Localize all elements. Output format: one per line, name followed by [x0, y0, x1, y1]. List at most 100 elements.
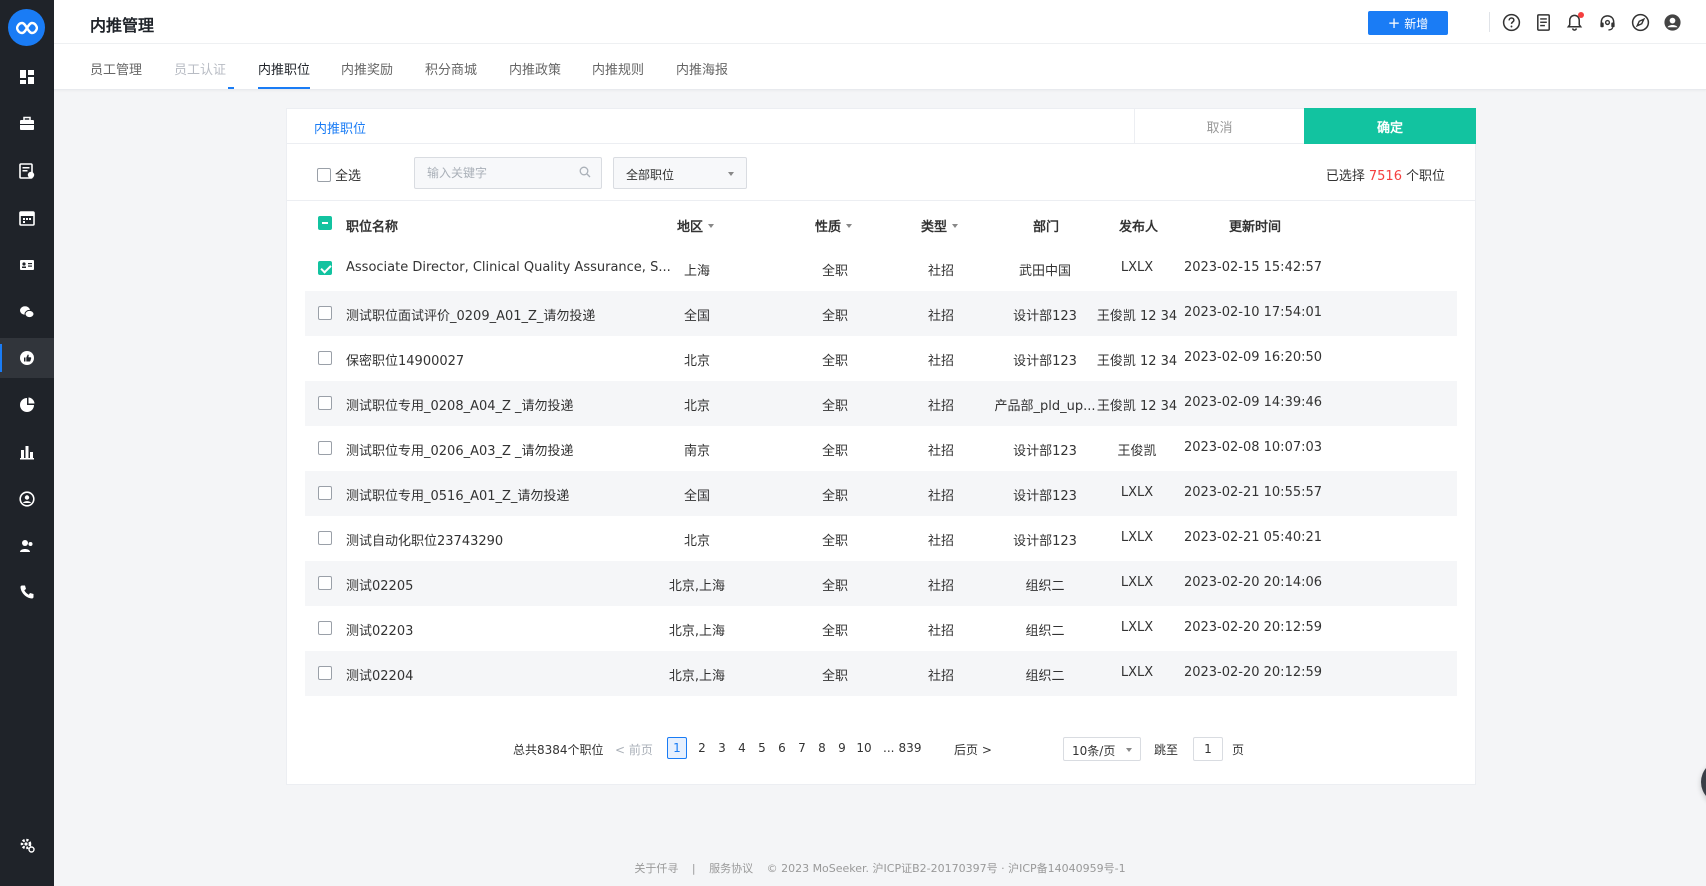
cell-region: 北京 — [683, 354, 711, 369]
footer-separator: | — [691, 862, 696, 875]
row-checkbox[interactable] — [318, 261, 332, 275]
row-checkbox[interactable] — [318, 666, 332, 680]
position-select-panel: 内推职位 取消 确定 全选 全部职位 已选择7516个职位 职位名称 — [286, 108, 1476, 785]
moseeker-logo[interactable] — [8, 9, 45, 46]
table-row[interactable]: 测试自动化职位23743290 北京 全职 社招 设计部123 LXLX 2023-02-2… — [305, 516, 1457, 561]
pagination: 总共8384个职位 < 前页 1 2 3 4 5 6 7 8 9 10 ... 839 后页 > … — [287, 737, 1475, 761]
confirm-button[interactable]: 确定 — [1304, 108, 1476, 144]
table-row[interactable]: 测试职位专用_0516_A01_Z_请勿投递 全国 全职 社招 设计部123 LXLX 20… — [305, 471, 1457, 516]
jump-page-input[interactable] — [1193, 737, 1223, 761]
table-body: Associate Director, Clinical Quality Ass… — [305, 246, 1457, 696]
position-filter-select[interactable]: 全部职位 — [613, 157, 747, 189]
row-checkbox[interactable] — [318, 531, 332, 545]
sidebar-settings[interactable] — [0, 825, 54, 865]
page-number[interactable]: 7 — [792, 737, 812, 759]
filter-caret-icon[interactable] — [952, 223, 959, 228]
compass-icon[interactable] — [1629, 11, 1651, 33]
cell-department: 组织二 — [1025, 669, 1065, 684]
filter-caret-icon[interactable] — [708, 223, 715, 228]
page-size-select[interactable]: 10条/页 — [1063, 737, 1141, 761]
tab-referral-poster[interactable]: 内推海报 — [676, 59, 728, 89]
sidebar-wechat[interactable] — [0, 292, 54, 332]
column-header-region[interactable]: 地区 — [677, 216, 715, 235]
page-number[interactable]: 4 — [732, 737, 752, 759]
row-checkbox[interactable] — [318, 351, 332, 365]
select-all-checkbox[interactable]: 全选 — [317, 165, 361, 184]
row-checkbox[interactable] — [318, 396, 332, 410]
page-number[interactable]: 6 — [772, 737, 792, 759]
table-row[interactable]: 测试职位专用_0206_A03_Z _请勿投递 南京 全职 社招 设计部123 王俊凯 20… — [305, 426, 1457, 471]
cell-nature: 全职 — [821, 489, 849, 504]
page-number[interactable]: 9 — [832, 737, 852, 759]
tab-employee-management[interactable]: 员工管理 — [90, 59, 142, 89]
sidebar-account[interactable] — [0, 479, 54, 519]
help-icon[interactable] — [1500, 11, 1522, 33]
page-number[interactable]: 2 — [692, 737, 712, 759]
table-row[interactable]: 测试02203 北京,上海 全职 社招 组织二 LXLX 2023-02-20 20:12:… — [305, 606, 1457, 651]
cell-updated-time: 2023-02-21 05:40:21 — [1183, 530, 1323, 545]
prev-page-button[interactable]: < 前页 — [615, 741, 653, 758]
headset-icon[interactable] — [1596, 11, 1618, 33]
sidebar-reports[interactable] — [0, 432, 54, 472]
row-checkbox[interactable] — [318, 621, 332, 635]
footer-terms-link[interactable]: 服务协议 — [709, 862, 753, 875]
row-checkbox[interactable] — [318, 576, 332, 590]
cancel-button[interactable]: 取消 — [1134, 109, 1304, 144]
filter-caret-icon[interactable] — [846, 223, 853, 228]
page-number[interactable]: 10 — [852, 737, 876, 759]
sidebar-dashboard[interactable] — [0, 57, 54, 97]
tab-referral-rewards[interactable]: 内推奖励 — [341, 59, 393, 89]
row-checkbox[interactable] — [318, 486, 332, 500]
header-checkbox[interactable] — [318, 216, 332, 230]
footer-about-link[interactable]: 关于仟寻 — [634, 862, 678, 875]
sidebar-jobs[interactable] — [0, 104, 54, 144]
sidebar-resume[interactable] — [0, 151, 54, 191]
tab-referral-policy[interactable]: 内推政策 — [509, 59, 561, 89]
tab-referral-rules[interactable]: 内推规则 — [592, 59, 644, 89]
infinity-logo-icon — [15, 21, 38, 34]
page-number[interactable]: 1 — [667, 737, 687, 759]
add-button[interactable]: + 新增 — [1368, 11, 1448, 35]
sidebar-referral[interactable] — [0, 338, 54, 378]
id-card-icon — [20, 260, 34, 270]
account-circle-icon — [19, 491, 35, 507]
row-checkbox[interactable] — [318, 306, 332, 320]
panel-title: 内推职位 — [314, 122, 367, 137]
checkbox-box[interactable] — [317, 167, 331, 182]
table-row[interactable]: Associate Director, Clinical Quality Ass… — [305, 246, 1457, 291]
page-number[interactable]: 3 — [712, 737, 732, 759]
selected-prefix: 已选择 — [1325, 169, 1365, 184]
cell-position-name: 测试02203 — [346, 624, 414, 639]
cell-publisher: LXLX — [1120, 575, 1154, 590]
table-row[interactable]: 测试02204 北京,上海 全职 社招 组织二 LXLX 2023-02-20 20:12:… — [305, 651, 1457, 696]
page-number[interactable]: 8 — [812, 737, 832, 759]
user-icon[interactable] — [1661, 11, 1683, 33]
column-header-type[interactable]: 类型 — [921, 216, 959, 235]
sidebar-phone[interactable] — [0, 572, 54, 612]
next-page-button[interactable]: 后页 > — [954, 741, 992, 758]
bell-icon[interactable] — [1563, 11, 1585, 33]
table-row[interactable]: 测试职位面试评价_0209_A01_Z_请勿投递 全国 全职 社招 设计部123 王俊凯 … — [305, 291, 1457, 336]
row-checkbox[interactable] — [318, 441, 332, 455]
table-row[interactable]: 测试职位专用_0208_A04_Z _请勿投递 北京 全职 社招 产品部_pld_up.… — [305, 381, 1457, 426]
column-header-nature[interactable]: 性质 — [815, 216, 853, 235]
document-icon[interactable] — [1532, 11, 1554, 33]
sidebar-team[interactable] — [0, 526, 54, 566]
sidebar-analytics[interactable] — [0, 385, 54, 425]
resume-icon — [19, 163, 35, 179]
tab-employee-certification[interactable]: 员工认证 — [174, 59, 234, 89]
sidebar-calendar[interactable] — [0, 198, 54, 238]
tab-referral-positions[interactable]: 内推职位 — [258, 59, 311, 89]
dashboard-icon — [20, 70, 34, 84]
page-number[interactable]: 5 — [752, 737, 772, 759]
cell-type: 社招 — [927, 534, 955, 549]
sidebar-contacts[interactable] — [0, 245, 54, 285]
page-last[interactable]: 839 — [896, 737, 924, 759]
table-row[interactable]: 保密职位14900027 北京 全职 社招 设计部123 王俊凯 12 34 2023-02… — [305, 336, 1457, 381]
chat-button[interactable] — [1701, 760, 1706, 804]
keyword-search[interactable] — [414, 157, 602, 189]
table-row[interactable]: 测试02205 北京,上海 全职 社招 组织二 LXLX 2023-02-20 20:14:… — [305, 561, 1457, 606]
search-input[interactable] — [427, 164, 577, 182]
cell-position-name: 测试自动化职位23743290 — [346, 534, 504, 549]
tab-points-mall[interactable]: 积分商城 — [425, 59, 477, 89]
